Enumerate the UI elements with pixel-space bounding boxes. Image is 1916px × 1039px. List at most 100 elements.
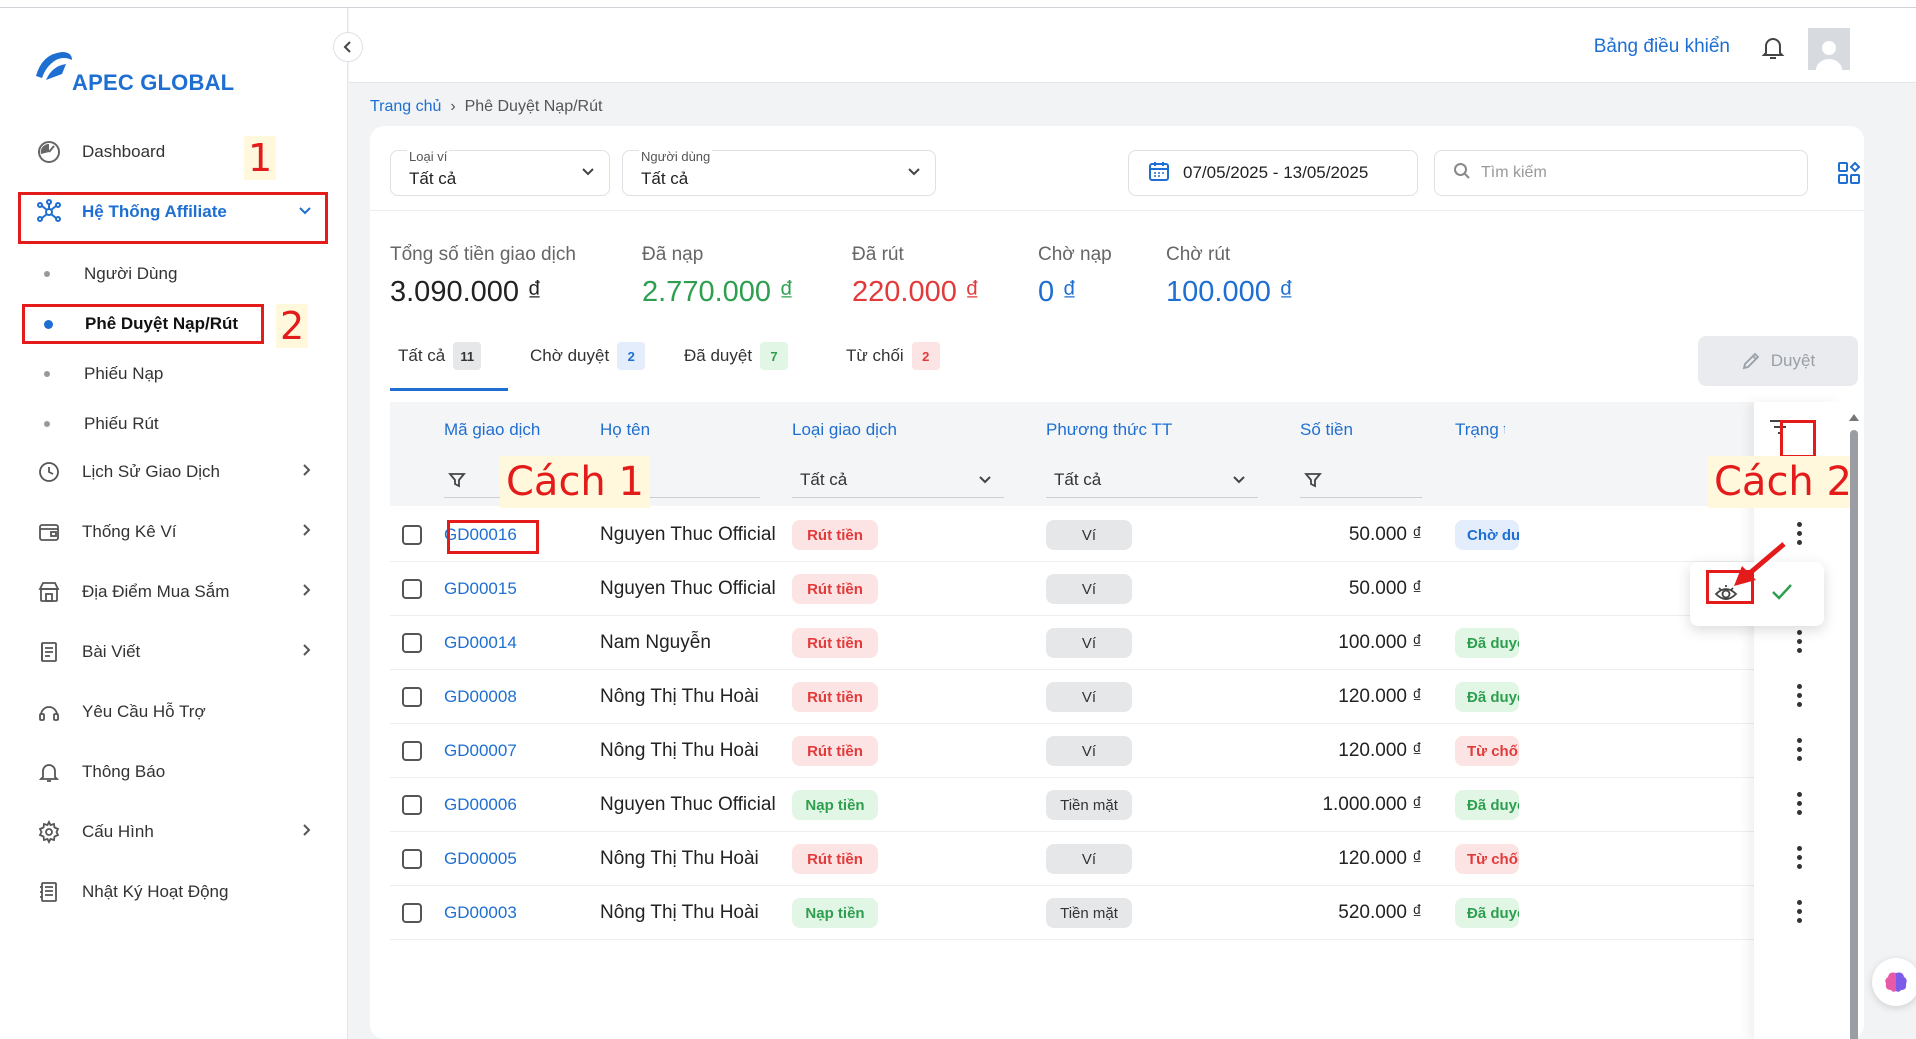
chevron-down-icon (907, 164, 921, 180)
transaction-code-link[interactable]: GD00006 (444, 778, 517, 832)
sidebar-item-dashboard[interactable]: Dashboard (20, 130, 326, 174)
type-badge: Rút tiền (792, 520, 878, 550)
chevron-right-icon (302, 823, 312, 842)
more-actions-icon[interactable] (1796, 846, 1802, 869)
approve-button[interactable]: Duyệt (1698, 336, 1858, 386)
amount: 50.000 ₫ (1348, 578, 1422, 599)
sidebar-subitem-withdraw[interactable]: Phiếu Rút (44, 404, 159, 444)
assistant-brain-icon[interactable] (1872, 958, 1916, 1006)
sidebar-item-history[interactable]: Lịch Sử Giao Dịch (20, 450, 326, 494)
transaction-code-link[interactable]: GD00015 (444, 562, 517, 616)
status-badge: Chờ duyệt (1455, 520, 1519, 550)
more-actions-icon[interactable] (1796, 630, 1802, 653)
row-checkbox[interactable] (402, 525, 422, 545)
row-checkbox-cell (402, 724, 422, 778)
sidebar-item-notifications[interactable]: Thông Báo (20, 750, 326, 794)
scrollbar-thumb[interactable] (1850, 430, 1858, 1039)
column-header-amount[interactable]: Số tiền (1300, 420, 1353, 440)
type-badge: Rút tiền (792, 682, 878, 712)
column-header-code[interactable]: Mã giao dịch (444, 420, 540, 440)
row-checkbox[interactable] (402, 579, 422, 599)
transaction-code-link[interactable]: GD00003 (444, 886, 517, 940)
bullet-icon (44, 421, 50, 427)
column-header-status[interactable]: Trạng thái (1455, 420, 1505, 440)
method-cell: Ví (1046, 616, 1132, 670)
type-cell: Rút tiền (792, 616, 878, 670)
method-cell: Ví (1046, 832, 1132, 886)
method-badge: Tiền mặt (1046, 790, 1132, 820)
table-row[interactable]: GD00006 Nguyen Thuc Official Nạp tiền Ti… (390, 778, 1826, 832)
dashboard-link[interactable]: Bảng điều khiển (1594, 36, 1730, 58)
breadcrumb-home[interactable]: Trang chủ (370, 98, 441, 115)
date-range-picker[interactable]: 07/05/2025 - 13/05/2025 (1128, 150, 1418, 196)
customer-name: Nông Thị Thu Hoài (600, 902, 759, 923)
scroll-up-icon[interactable] (1848, 412, 1860, 422)
tab-all[interactable]: Tất cả 11 (398, 342, 482, 390)
amount-filter[interactable] (1300, 462, 1422, 498)
column-header-name[interactable]: Họ tên (600, 420, 650, 440)
customer-name: Nguyen Thuc Official (600, 578, 776, 599)
table-row[interactable]: GD00008 Nông Thị Thu Hoài Rút tiền Ví 12… (390, 670, 1826, 724)
notification-bell-icon[interactable] (1760, 34, 1786, 67)
sidebar-item-support[interactable]: Yêu Cầu Hỗ Trợ (20, 690, 326, 734)
more-actions-icon[interactable] (1796, 900, 1802, 923)
document-icon (34, 637, 64, 667)
method-badge: Ví (1046, 682, 1132, 712)
table-row[interactable]: GD00007 Nông Thị Thu Hoài Rút tiền Ví 12… (390, 724, 1826, 778)
wallet-type-value: Tất cả (409, 169, 457, 188)
status-cell: Từ chối (1455, 724, 1519, 778)
brand-logo[interactable]: APEC GLOBAL (32, 48, 252, 104)
customer-name: Nông Thị Thu Hoài (600, 740, 759, 761)
transaction-code-link[interactable]: GD00008 (444, 670, 517, 724)
table-row[interactable]: GD00015 Nguyen Thuc Official Rút tiền Ví… (390, 562, 1826, 616)
transaction-code-link[interactable]: GD00005 (444, 832, 517, 886)
search-box[interactable] (1434, 150, 1808, 196)
table-row[interactable]: GD00016 Nguyen Thuc Official Rút tiền Ví… (390, 508, 1826, 562)
row-checkbox-cell (402, 886, 422, 940)
sidebar-subitem-users[interactable]: Người Dùng (44, 254, 177, 294)
more-actions-icon[interactable] (1796, 684, 1802, 707)
row-checkbox[interactable] (402, 849, 422, 869)
sidebar-item-settings[interactable]: Cấu Hình (20, 810, 326, 854)
table-row[interactable]: GD00005 Nông Thị Thu Hoài Rút tiền Ví 12… (390, 832, 1826, 886)
sidebar-item-wallet[interactable]: Thống Kê Ví (20, 510, 326, 554)
sidebar-item-stores[interactable]: Địa Điểm Mua Sắm (20, 570, 326, 614)
row-checkbox[interactable] (402, 633, 422, 653)
row-checkbox[interactable] (402, 687, 422, 707)
more-actions-icon[interactable] (1796, 792, 1802, 815)
bullet-icon (44, 371, 50, 377)
search-input[interactable] (1481, 164, 1781, 182)
avatar[interactable] (1808, 28, 1850, 70)
tab-approved[interactable]: Đã duyệt 7 (684, 342, 789, 390)
highlight-box-kebab (1780, 420, 1816, 458)
column-settings-icon[interactable] (1836, 160, 1862, 191)
row-checkbox[interactable] (402, 741, 422, 761)
tab-rejected[interactable]: Từ chối 2 (846, 342, 940, 390)
more-actions-icon[interactable] (1796, 522, 1802, 545)
column-header-method[interactable]: Phương thức TT (1046, 420, 1172, 440)
sidebar-subitem-deposit[interactable]: Phiếu Nạp (44, 354, 163, 394)
tab-pending[interactable]: Chờ duyệt 2 (530, 342, 646, 390)
transaction-code-link[interactable]: GD00007 (444, 724, 517, 778)
column-header-type[interactable]: Loại giao dịch (792, 420, 897, 440)
transaction-code-link[interactable]: GD00014 (444, 616, 517, 670)
method-filter-select[interactable]: Tất cả (1046, 462, 1258, 498)
status-badge: Đã duyệt (1455, 790, 1519, 820)
sidebar-item-posts[interactable]: Bài Viết (20, 630, 326, 674)
row-checkbox[interactable] (402, 903, 422, 923)
more-actions-icon[interactable] (1796, 738, 1802, 761)
table-row[interactable]: GD00014 Nam Nguyễn Rút tiền Ví 100.000 ₫… (390, 616, 1826, 670)
table-row[interactable]: GD00003 Nông Thị Thu Hoài Nạp tiền Tiền … (390, 886, 1826, 940)
table-scrollbar[interactable] (1848, 412, 1860, 1039)
filter-divider (370, 210, 1864, 211)
tab-label: Chờ duyệt (530, 346, 610, 365)
row-checkbox[interactable] (402, 795, 422, 815)
sidebar-item-label: Bài Viết (82, 642, 141, 661)
user-select[interactable]: Người dùng Tất cả (622, 149, 936, 196)
type-badge: Rút tiền (792, 844, 878, 874)
wallet-type-select[interactable]: Loại ví Tất cả (390, 149, 610, 196)
type-filter-select[interactable]: Tất cả (792, 462, 1004, 498)
sidebar-item-activity-log[interactable]: Nhật Ký Hoạt Động (20, 870, 326, 914)
sidebar-collapse-button[interactable] (333, 32, 363, 62)
user-icon (1816, 41, 1842, 70)
